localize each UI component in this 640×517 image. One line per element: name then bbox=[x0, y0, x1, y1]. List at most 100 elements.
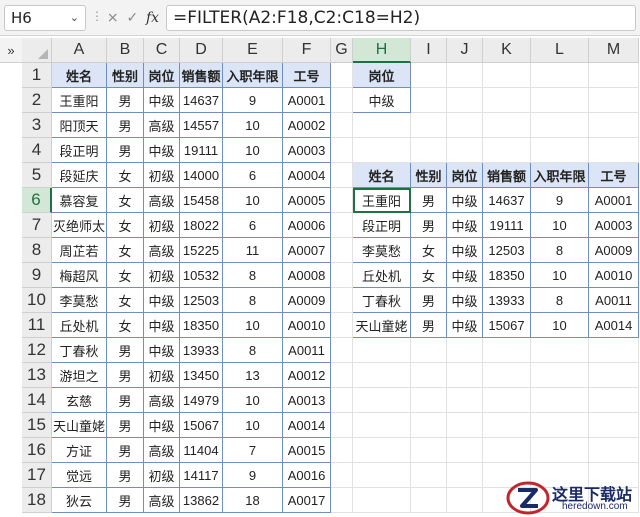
grid-cell[interactable] bbox=[411, 113, 447, 138]
grid-cell[interactable] bbox=[589, 88, 639, 113]
formula-input[interactable]: =FILTER(A2:F18,C2:C18=H2) bbox=[166, 5, 636, 31]
grid-cell[interactable] bbox=[331, 388, 353, 413]
grid-cell[interactable] bbox=[589, 138, 639, 163]
grid-cell[interactable] bbox=[447, 413, 483, 438]
source-table-cell[interactable]: 10 bbox=[223, 138, 283, 163]
grid-cell[interactable] bbox=[447, 488, 483, 513]
result-table-cell[interactable]: A0001 bbox=[589, 188, 639, 213]
source-table-cell[interactable]: 游坦之 bbox=[52, 363, 107, 388]
result-table-cell[interactable]: 女 bbox=[411, 263, 447, 288]
source-table-cell[interactable]: 初级 bbox=[144, 363, 180, 388]
source-table-cell[interactable]: A0012 bbox=[283, 363, 331, 388]
source-table-cell[interactable]: 男 bbox=[107, 113, 144, 138]
result-table-cell[interactable]: 中级 bbox=[447, 238, 483, 263]
grid-cell[interactable] bbox=[331, 463, 353, 488]
grid-cell[interactable] bbox=[589, 413, 639, 438]
source-table-cell[interactable]: 男 bbox=[107, 413, 144, 438]
source-table-cell[interactable]: 14979 bbox=[180, 388, 223, 413]
grid-cell[interactable] bbox=[331, 213, 353, 238]
source-header-cell[interactable]: 姓名 bbox=[52, 63, 107, 88]
drag-handle-icon[interactable]: ⋮ bbox=[91, 9, 103, 23]
grid-cell[interactable] bbox=[353, 363, 411, 388]
source-table-cell[interactable]: 高级 bbox=[144, 113, 180, 138]
grid-cell[interactable] bbox=[411, 388, 447, 413]
source-table-cell[interactable]: 狄云 bbox=[52, 488, 107, 513]
grid-cell[interactable] bbox=[447, 388, 483, 413]
source-table-cell[interactable]: 高级 bbox=[144, 238, 180, 263]
grid-cell[interactable] bbox=[331, 88, 353, 113]
source-table-cell[interactable]: 女 bbox=[107, 163, 144, 188]
result-table-cell[interactable]: A0011 bbox=[589, 288, 639, 313]
grid-cell[interactable] bbox=[531, 113, 589, 138]
grid-cell[interactable] bbox=[331, 188, 353, 213]
grid-cell[interactable] bbox=[331, 113, 353, 138]
grid-cell[interactable] bbox=[411, 463, 447, 488]
source-table-cell[interactable]: 10 bbox=[223, 188, 283, 213]
row-header-12[interactable]: 12 bbox=[22, 338, 52, 363]
grid-cell[interactable] bbox=[411, 338, 447, 363]
row-header-5[interactable]: 5 bbox=[22, 163, 52, 188]
source-table-cell[interactable]: A0005 bbox=[283, 188, 331, 213]
column-header-f[interactable]: F bbox=[283, 38, 331, 63]
result-header-cell[interactable]: 销售额 bbox=[483, 163, 531, 188]
row-header-17[interactable]: 17 bbox=[22, 463, 52, 488]
result-table-cell[interactable]: 9 bbox=[531, 188, 589, 213]
result-table-cell[interactable]: 中级 bbox=[447, 188, 483, 213]
grid-cell[interactable] bbox=[483, 113, 531, 138]
result-table-cell[interactable]: A0010 bbox=[589, 263, 639, 288]
result-header-cell[interactable]: 工号 bbox=[589, 163, 639, 188]
column-header-h[interactable]: H bbox=[353, 38, 411, 63]
grid-cell[interactable] bbox=[531, 338, 589, 363]
grid-cell[interactable] bbox=[483, 63, 531, 88]
grid-cell[interactable] bbox=[447, 363, 483, 388]
source-table-cell[interactable]: 天山童姥 bbox=[52, 413, 107, 438]
source-table-cell[interactable]: 周芷若 bbox=[52, 238, 107, 263]
source-table-cell[interactable]: 阳顶天 bbox=[52, 113, 107, 138]
source-table-cell[interactable]: 女 bbox=[107, 288, 144, 313]
source-table-cell[interactable]: 觉远 bbox=[52, 463, 107, 488]
grid-cell[interactable] bbox=[447, 63, 483, 88]
source-table-cell[interactable]: 13933 bbox=[180, 338, 223, 363]
result-header-cell[interactable]: 性别 bbox=[411, 163, 447, 188]
grid-cell[interactable] bbox=[589, 113, 639, 138]
grid-cell[interactable] bbox=[531, 363, 589, 388]
grid-cell[interactable] bbox=[353, 488, 411, 513]
source-table-cell[interactable]: 13450 bbox=[180, 363, 223, 388]
grid-cell[interactable] bbox=[447, 88, 483, 113]
source-table-cell[interactable]: 李莫愁 bbox=[52, 288, 107, 313]
source-table-cell[interactable]: 高级 bbox=[144, 438, 180, 463]
source-table-cell[interactable]: 中级 bbox=[144, 288, 180, 313]
result-table-cell[interactable]: 丁春秋 bbox=[353, 288, 411, 313]
column-header-j[interactable]: J bbox=[447, 38, 483, 63]
source-table-cell[interactable]: 8 bbox=[223, 263, 283, 288]
source-header-cell[interactable]: 入职年限 bbox=[223, 63, 283, 88]
source-header-cell[interactable]: 销售额 bbox=[180, 63, 223, 88]
criteria-header-cell[interactable]: 岗位 bbox=[353, 63, 411, 88]
source-table-cell[interactable]: 初级 bbox=[144, 463, 180, 488]
source-table-cell[interactable]: 女 bbox=[107, 263, 144, 288]
source-table-cell[interactable]: 9 bbox=[223, 463, 283, 488]
row-header-1[interactable]: 1 bbox=[22, 63, 52, 88]
result-table-cell[interactable]: 12503 bbox=[483, 238, 531, 263]
source-table-cell[interactable]: 10 bbox=[223, 413, 283, 438]
source-table-cell[interactable]: 中级 bbox=[144, 88, 180, 113]
row-header-8[interactable]: 8 bbox=[22, 238, 52, 263]
grid-cell[interactable] bbox=[447, 338, 483, 363]
result-table-cell[interactable]: 10 bbox=[531, 263, 589, 288]
source-table-cell[interactable]: 14117 bbox=[180, 463, 223, 488]
result-table-cell[interactable]: 李莫愁 bbox=[353, 238, 411, 263]
grid-cell[interactable] bbox=[447, 463, 483, 488]
grid-cell[interactable] bbox=[331, 238, 353, 263]
source-table-cell[interactable]: A0016 bbox=[283, 463, 331, 488]
result-table-cell[interactable]: 中级 bbox=[447, 263, 483, 288]
row-header-3[interactable]: 3 bbox=[22, 113, 52, 138]
source-header-cell[interactable]: 工号 bbox=[283, 63, 331, 88]
source-table-cell[interactable]: 18 bbox=[223, 488, 283, 513]
result-table-cell[interactable]: 中级 bbox=[447, 288, 483, 313]
source-table-cell[interactable]: 男 bbox=[107, 488, 144, 513]
source-table-cell[interactable]: A0015 bbox=[283, 438, 331, 463]
row-header-11[interactable]: 11 bbox=[22, 313, 52, 338]
grid-cell[interactable] bbox=[353, 338, 411, 363]
source-table-cell[interactable]: 9 bbox=[223, 88, 283, 113]
source-table-cell[interactable]: 8 bbox=[223, 288, 283, 313]
